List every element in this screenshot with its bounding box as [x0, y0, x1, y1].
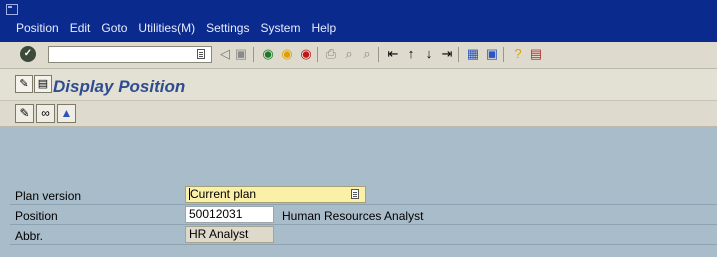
collapse-arrow-icon[interactable]: ◁ — [217, 46, 233, 62]
abbr-value: HR Analyst — [189, 227, 249, 241]
toolbar-separator — [317, 47, 318, 62]
menu-item-edit[interactable]: Edit — [70, 21, 91, 35]
toolbar-separator — [253, 47, 254, 62]
command-history-icon[interactable] — [197, 49, 205, 59]
position-description: Human Resources Analyst — [282, 209, 424, 223]
abbr-field: HR Analyst — [185, 226, 274, 243]
toolbar-separator — [458, 47, 459, 62]
find-icon[interactable]: ⌕ — [341, 46, 357, 62]
layout-icon[interactable]: ▤ — [528, 46, 544, 62]
application-toolbar: ✎ ∞ ▲ — [0, 101, 717, 127]
shortcut-icon[interactable]: ▣ — [484, 46, 500, 62]
edit-pencil-icon[interactable]: ✎ — [15, 104, 34, 123]
menu-item-utilities[interactable]: Utilities(M) — [138, 21, 195, 35]
save-icon[interactable]: ▣ — [233, 46, 249, 62]
menu-item-goto[interactable]: Goto — [101, 21, 127, 35]
previous-page-icon[interactable]: ↑ — [403, 46, 419, 62]
menu-bar: Position Edit Goto Utilities(M) Settings… — [0, 0, 717, 42]
back-icon[interactable]: ◉ — [260, 46, 276, 62]
plan-version-row: Plan version Current plan — [0, 185, 717, 204]
menu-item-position[interactable]: Position — [16, 21, 59, 35]
display-change-icon[interactable]: ✎ — [15, 75, 33, 93]
abbr-row: Abbr. HR Analyst — [0, 225, 717, 244]
position-value: 50012031 — [189, 207, 243, 221]
position-row: Position 50012031 Human Resources Analys… — [0, 205, 717, 224]
row-divider — [10, 244, 717, 245]
main-content: Plan version Current plan Position 50012… — [0, 127, 717, 257]
first-page-icon[interactable]: ⇤ — [385, 46, 401, 62]
menu-item-settings[interactable]: Settings — [206, 21, 249, 35]
menu-items: Position Edit Goto Utilities(M) Settings… — [16, 21, 347, 35]
find-next-icon[interactable]: ⌕ — [359, 46, 375, 62]
display-glasses-icon[interactable]: ∞ — [36, 104, 55, 123]
plan-version-field[interactable]: Current plan — [185, 186, 366, 203]
plan-version-value: Current plan — [190, 187, 257, 201]
cancel-icon[interactable]: ◉ — [298, 46, 314, 62]
next-page-icon[interactable]: ↓ — [421, 46, 437, 62]
title-bar: ✎ ▤ Display Position — [0, 69, 717, 101]
detail-icon[interactable]: ▤ — [34, 75, 52, 93]
system-menu-icon[interactable] — [6, 4, 18, 15]
menu-item-help[interactable]: Help — [311, 21, 336, 35]
standard-toolbar: ✓ ◁ ▣ ◉ ◉ ◉ ⎙ ⌕ ⌕ ⇤ ↑ ↓ ⇥ ▦ ▣ ? ▤ — [0, 42, 717, 69]
dropdown-icon[interactable] — [351, 189, 359, 199]
position-field[interactable]: 50012031 — [185, 206, 274, 223]
user-icon[interactable]: ▲ — [57, 104, 76, 123]
command-field[interactable] — [48, 46, 212, 63]
print-icon[interactable]: ⎙ — [323, 46, 339, 62]
toolbar-separator — [503, 47, 504, 62]
help-icon[interactable]: ? — [510, 46, 526, 62]
plan-version-label: Plan version — [15, 189, 82, 203]
abbr-label: Abbr. — [15, 229, 44, 243]
exit-icon[interactable]: ◉ — [279, 46, 295, 62]
new-session-icon[interactable]: ▦ — [465, 46, 481, 62]
toolbar-separator — [378, 47, 379, 62]
page-title: Display Position — [53, 77, 186, 96]
last-page-icon[interactable]: ⇥ — [439, 46, 455, 62]
command-input[interactable] — [49, 47, 195, 63]
menu-item-system[interactable]: System — [260, 21, 300, 35]
position-label: Position — [15, 209, 58, 223]
enter-icon[interactable]: ✓ — [20, 46, 36, 62]
